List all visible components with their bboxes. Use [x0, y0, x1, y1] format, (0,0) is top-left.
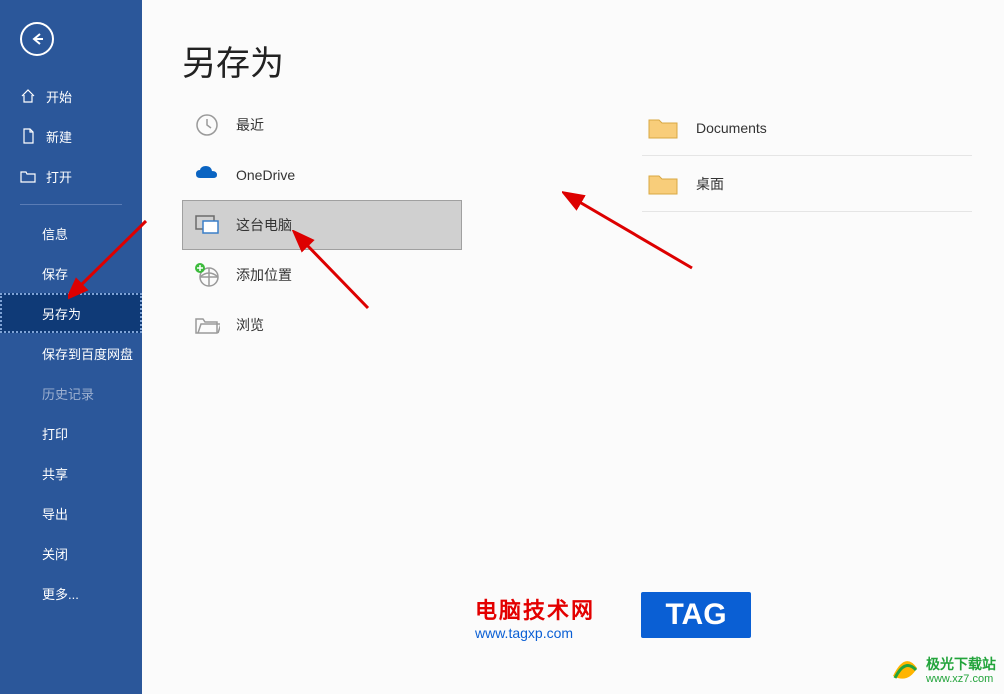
watermark-tag: TAG: [641, 592, 751, 638]
add-location-icon: [194, 262, 220, 288]
folder-label: 桌面: [696, 174, 724, 194]
location-label: OneDrive: [236, 167, 295, 183]
folder-icon: [648, 116, 678, 140]
folder-open-icon: [20, 168, 36, 184]
sidebar-label: 信息: [42, 224, 68, 243]
sidebar-divider: [20, 204, 122, 205]
location-add-place[interactable]: 添加位置: [182, 250, 462, 300]
location-recent[interactable]: 最近: [182, 100, 462, 150]
location-label: 这台电脑: [236, 215, 292, 235]
sidebar-label: 另存为: [42, 304, 81, 323]
watermark-logo-icon: [890, 656, 920, 686]
sidebar-item-new[interactable]: 新建: [0, 116, 142, 156]
folder-desktop[interactable]: 桌面: [642, 156, 972, 212]
sidebar-item-baidu[interactable]: 保存到百度网盘: [0, 333, 142, 373]
sidebar-label: 开始: [46, 87, 72, 106]
location-this-pc[interactable]: 这台电脑: [182, 200, 462, 250]
sidebar-label: 共享: [42, 464, 68, 483]
home-icon: [20, 88, 36, 104]
watermark-tagxp: 电脑技术网 www.tagxp.com TAG: [475, 588, 771, 646]
sidebar-item-print[interactable]: 打印: [0, 413, 142, 453]
sidebar-label: 更多...: [42, 584, 79, 603]
page-title: 另存为: [182, 36, 1004, 85]
watermark-text: 电脑技术网: [475, 593, 635, 625]
location-label: 最近: [236, 115, 264, 135]
sidebar-label: 关闭: [42, 544, 68, 563]
sidebar-label: 保存到百度网盘: [42, 344, 133, 363]
sidebar-item-export[interactable]: 导出: [0, 493, 142, 533]
pc-icon: [194, 212, 220, 238]
location-browse[interactable]: 浏览: [182, 300, 462, 350]
sidebar-item-home[interactable]: 开始: [0, 76, 142, 116]
sidebar-item-open[interactable]: 打开: [0, 156, 142, 196]
clock-icon: [194, 112, 220, 138]
location-label: 浏览: [236, 315, 264, 335]
folder-icon: [648, 172, 678, 196]
onedrive-icon: [194, 162, 220, 188]
sidebar-item-saveas[interactable]: 另存为: [0, 293, 142, 333]
sidebar-label: 打印: [42, 424, 68, 443]
watermark-url: www.xz7.com: [926, 673, 996, 686]
sidebar-label: 保存: [42, 264, 68, 283]
back-button[interactable]: [20, 22, 54, 56]
watermark-text: 极光下载站: [926, 656, 996, 673]
sidebar-item-closefile[interactable]: 关闭: [0, 533, 142, 573]
sidebar-item-info[interactable]: 信息: [0, 213, 142, 253]
sidebar-label: 导出: [42, 504, 68, 523]
location-label: 添加位置: [236, 265, 292, 285]
sidebar-item-history: 历史记录: [0, 373, 142, 413]
backstage-sidebar: 开始 新建 打开 信息 保存 另存为 保存到百度网盘 历史记录 打印 共享 导出…: [0, 0, 142, 694]
sidebar-item-share[interactable]: 共享: [0, 453, 142, 493]
folder-label: Documents: [696, 120, 767, 136]
location-onedrive[interactable]: OneDrive: [182, 150, 462, 200]
folder-list: Documents 桌面: [642, 100, 972, 212]
sidebar-item-save[interactable]: 保存: [0, 253, 142, 293]
document-icon: [20, 128, 36, 144]
sidebar-item-more[interactable]: 更多...: [0, 573, 142, 613]
watermark-xz7: 极光下载站 www.xz7.com: [890, 656, 996, 686]
sidebar-label: 历史记录: [42, 384, 94, 403]
sidebar-label: 打开: [46, 167, 72, 186]
watermark-url: www.tagxp.com: [475, 625, 635, 641]
location-list: 最近 OneDrive 这台电脑 添加位置 浏览: [182, 100, 462, 350]
folder-open-icon: [194, 312, 220, 338]
folder-documents[interactable]: Documents: [642, 100, 972, 156]
sidebar-label: 新建: [46, 127, 72, 146]
